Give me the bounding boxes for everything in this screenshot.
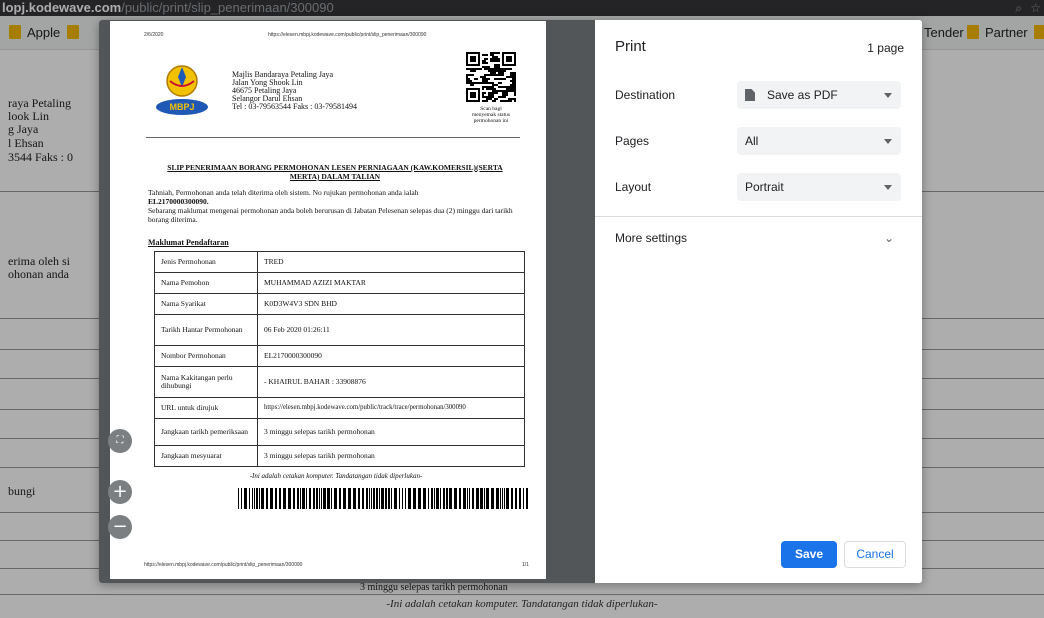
caret-down-icon bbox=[884, 93, 892, 98]
table-row: Nama Pemohon MUHAMMAD AZIZI MAKTAR bbox=[154, 272, 525, 294]
info-text: Sebarang maklumat mengenai permohonan an… bbox=[148, 206, 513, 224]
caret-down-icon bbox=[884, 139, 892, 144]
print-preview-pane: 2/6/2020 https://elesen.mbpj.kodewave.co… bbox=[99, 20, 595, 583]
chevron-down-icon[interactable]: ⌄ bbox=[884, 231, 894, 245]
row-value: K0D3W4V3 SDN BHD bbox=[257, 293, 525, 315]
header-url: https://elesen.mbpj.kodewave.com/public/… bbox=[268, 32, 427, 38]
qr-code bbox=[465, 52, 517, 102]
row-label: Jenis Permohonan bbox=[154, 251, 258, 273]
minus-icon[interactable]: − bbox=[108, 515, 132, 539]
print-dialog: 2/6/2020 https://elesen.mbpj.kodewave.co… bbox=[99, 20, 922, 583]
address-line: Tel : 03-79563544 Faks : 03-79581494 bbox=[232, 102, 357, 111]
qr-caption-line: permohonan ini bbox=[473, 118, 509, 124]
print-settings-pane: Print 1 page Destination Save as PDF Pag… bbox=[595, 20, 922, 583]
page-count: 1 page bbox=[867, 41, 904, 55]
pages-value: All bbox=[745, 134, 759, 148]
row-label: Jangkaan tarikh pemeriksaan bbox=[154, 418, 258, 446]
layout-value: Portrait bbox=[745, 180, 784, 194]
destination-select[interactable]: Save as PDF bbox=[737, 81, 901, 109]
cancel-button[interactable]: Cancel bbox=[844, 541, 906, 568]
destination-label: Destination bbox=[615, 88, 676, 102]
header-date: 2/6/2020 bbox=[144, 32, 164, 38]
print-title: Print bbox=[615, 38, 646, 55]
logo-lettering: MBPJ bbox=[169, 102, 194, 112]
mbpj-logo: MBPJ bbox=[156, 65, 208, 115]
table-row: Nama Syarikat K0D3W4V3 SDN BHD bbox=[154, 293, 525, 315]
save-button[interactable]: Save bbox=[781, 541, 837, 568]
row-label: Nama Kakitangan perlu dihubungi bbox=[154, 366, 258, 398]
row-value: https://elesen.mbpj.kodewave.com/public/… bbox=[257, 397, 525, 419]
computer-print-note: -Ini adalah cetakan komputer. Tandatanga… bbox=[249, 472, 423, 480]
destination-value: Save as PDF bbox=[767, 88, 838, 102]
row-value: MUHAMMAD AZIZI MAKTAR bbox=[257, 272, 525, 294]
table-row: Nama Kakitangan perlu dihubungi - KHAIRUL… bbox=[154, 366, 525, 398]
table-row: Jangkaan tarikh pemeriksaan 3 minggu sele… bbox=[154, 418, 525, 446]
section-title: Maklumat Pendaftaran bbox=[148, 238, 229, 247]
qr-caption: Scan bagi menyemak status permohonan ini bbox=[461, 106, 521, 124]
pages-label: Pages bbox=[615, 134, 650, 148]
row-label: Tarikh Hantar Permohonan bbox=[154, 314, 258, 346]
divider bbox=[595, 216, 922, 217]
row-value: TRED bbox=[257, 251, 525, 273]
table-row: Nombor Permohonan EL2170000300090 bbox=[154, 345, 525, 367]
address-block: Majlis Bandaraya Petaling Jaya Jalan Yon… bbox=[232, 71, 357, 111]
barcode bbox=[238, 488, 528, 509]
table-row: Jenis Permohonan TRED bbox=[154, 251, 525, 273]
document-icon bbox=[745, 89, 755, 101]
row-value: 3 minggu selepas tarikh permohonan bbox=[257, 445, 525, 467]
layout-select[interactable]: Portrait bbox=[737, 173, 901, 201]
row-value: 3 minggu selepas tarikh permohonan bbox=[257, 418, 525, 446]
row-label: Nama Pemohon bbox=[154, 272, 258, 294]
header-rule bbox=[146, 137, 520, 138]
plus-icon[interactable]: + bbox=[108, 480, 132, 504]
footer-page: 1/1 bbox=[522, 562, 529, 568]
preview-page: 2/6/2020 https://elesen.mbpj.kodewave.co… bbox=[110, 21, 546, 579]
table-row: Jangkaan mesyuarat 3 minggu selepas tarik… bbox=[154, 445, 525, 467]
row-label: Jangkaan mesyuarat bbox=[154, 445, 258, 467]
more-settings-toggle[interactable]: More settings bbox=[615, 231, 687, 245]
layout-label: Layout bbox=[615, 180, 652, 194]
pages-select[interactable]: All bbox=[737, 127, 901, 155]
row-label: URL untuk dirujuk bbox=[154, 397, 258, 419]
row-label: Nombor Permohonan bbox=[154, 345, 258, 367]
caret-down-icon bbox=[884, 185, 892, 190]
slip-title: SLIP PENERIMAAN BORANG PERMOHONAN LESEN … bbox=[167, 163, 503, 181]
row-value: 06 Feb 2020 01:26:11 bbox=[257, 314, 525, 346]
footer-url: https://elesen.mbpj.kodewave.com/public/… bbox=[144, 562, 303, 568]
row-value: EL2170000300090 bbox=[257, 345, 525, 367]
registration-table: Jenis Permohonan TRED Nama Pemohon MUHAMMA… bbox=[154, 251, 525, 467]
fit-page-icon[interactable]: ⛶ bbox=[108, 429, 132, 453]
row-value: - KHAIRUL BAHAR : 33908876 bbox=[257, 366, 525, 398]
row-label: Nama Syarikat bbox=[154, 293, 258, 315]
table-row: URL untuk dirujuk https://elesen.mbpj.kod… bbox=[154, 397, 525, 419]
table-row: Tarikh Hantar Permohonan 06 Feb 2020 01:2… bbox=[154, 314, 525, 346]
